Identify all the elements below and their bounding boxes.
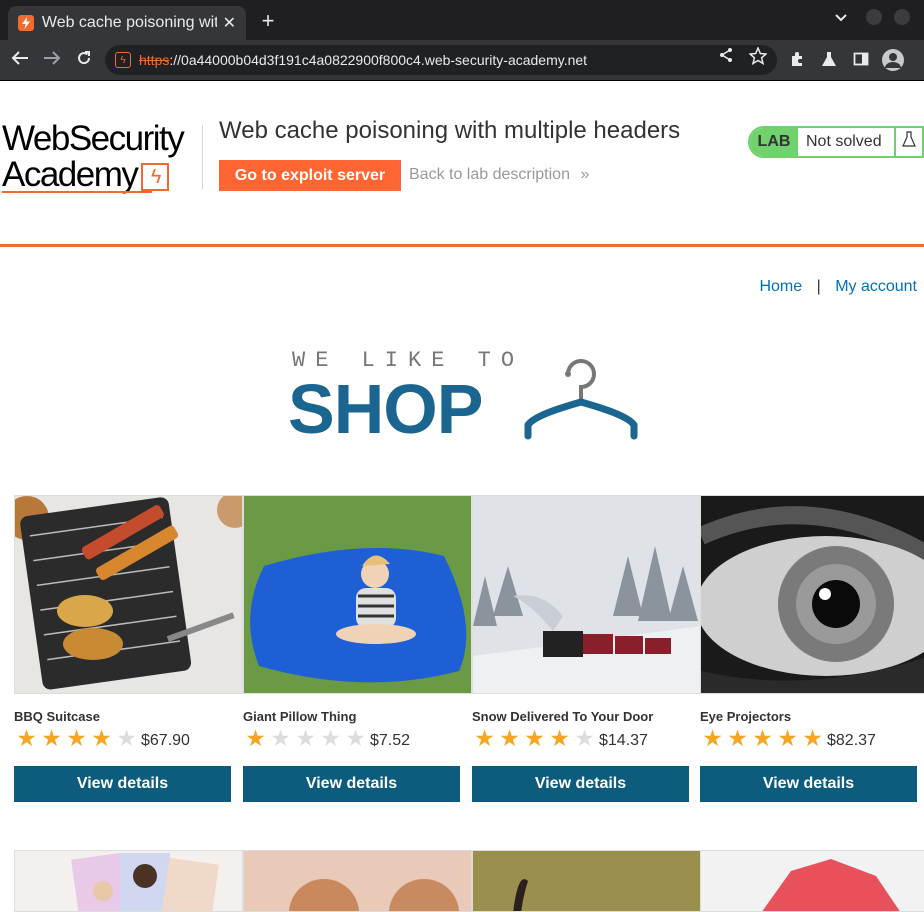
academy-header: WebSecurity Academy ϟ Web cache poisoning… [0, 81, 924, 247]
new-tab-icon[interactable]: + [256, 8, 280, 34]
academy-logo[interactable]: WebSecurity Academy ϟ [2, 121, 202, 193]
product-price: $7.52 [370, 731, 411, 749]
product-name: BBQ Suitcase [14, 709, 100, 724]
star-filled-icon: ★ [727, 725, 748, 751]
star-filled-icon: ★ [752, 725, 773, 751]
extensions-icon[interactable] [789, 51, 805, 72]
header-divider [202, 125, 203, 189]
browser-toolbar: ϟ https ://0a44000b04d3f191c4a0822900f80… [0, 40, 924, 81]
nav-my-account-link[interactable]: My account [835, 278, 917, 295]
star-filled-icon: ★ [41, 725, 62, 751]
product-name: Snow Delivered To Your Door [472, 709, 654, 724]
product-price: $67.90 [141, 731, 190, 749]
product-image-eggs[interactable] [243, 850, 472, 912]
view-details-button[interactable]: View details [472, 766, 689, 802]
product-price: $82.37 [827, 731, 876, 749]
back-link-label: Back to lab description [409, 166, 570, 183]
hanger-icon [520, 350, 645, 447]
product-name: Eye Projectors [700, 709, 792, 724]
url-scheme: https [139, 52, 170, 68]
logo-line-2: Academy [2, 155, 139, 194]
star-empty-icon: ★ [295, 725, 316, 751]
window-close-icon[interactable] [894, 9, 910, 25]
logo-line-1: WebSecurity [2, 119, 185, 158]
logo-underline [2, 191, 152, 193]
lab-title: Web cache poisoning with multiple header… [219, 117, 681, 144]
star-empty-icon: ★ [270, 725, 291, 751]
star-filled-icon: ★ [777, 725, 798, 751]
bookmark-star-icon[interactable] [748, 46, 768, 70]
product-card: Giant Pillow Thing ★ ★ ★ ★ ★ $7.52 View … [243, 495, 472, 802]
star-empty-icon: ★ [320, 725, 341, 751]
lab-status-widget: LAB Not solved [748, 126, 924, 158]
product-rating: ★ ★ ★ ★ ★ $67.90 [14, 725, 190, 751]
star-filled-icon: ★ [66, 725, 87, 751]
academy-favicon-icon [18, 15, 34, 31]
product-card: Eye Projectors ★ ★ ★ ★ ★ $82.37 View det… [700, 495, 924, 802]
share-icon[interactable] [718, 47, 734, 68]
star-empty-icon: ★ [116, 725, 137, 751]
product-image-cards[interactable] [14, 850, 243, 912]
labs-flask-icon[interactable] [821, 51, 837, 72]
product-image-bbq[interactable] [14, 495, 243, 694]
product-rating: ★ ★ ★ ★ ★ $7.52 [243, 725, 410, 751]
star-filled-icon: ★ [549, 725, 570, 751]
forward-icon[interactable] [41, 50, 63, 71]
product-image-snow-train[interactable] [472, 495, 701, 694]
side-panel-icon[interactable] [853, 51, 869, 72]
star-empty-icon: ★ [345, 725, 366, 751]
reload-icon[interactable] [73, 50, 95, 71]
view-details-button[interactable]: View details [14, 766, 231, 802]
view-details-button[interactable]: View details [243, 766, 460, 802]
star-filled-icon: ★ [524, 725, 545, 751]
star-filled-icon: ★ [702, 725, 723, 751]
lab-status-text: Not solved [806, 133, 882, 150]
url-host: ://0a44000b04d3f191c4a0822900f800c4.web-… [169, 52, 588, 68]
view-details-button[interactable]: View details [700, 766, 917, 802]
flask-icon [894, 128, 922, 156]
product-rating: ★ ★ ★ ★ ★ $14.37 [472, 725, 648, 751]
product-price: $14.37 [599, 731, 648, 749]
window-minimize-icon[interactable] [866, 9, 882, 25]
product-image-umbrella[interactable] [700, 850, 924, 912]
star-empty-icon: ★ [574, 725, 595, 751]
browser-tab[interactable]: Web cache poisoning with multiple header… [8, 6, 246, 40]
profile-avatar-icon[interactable] [882, 49, 904, 71]
product-name: Giant Pillow Thing [243, 709, 357, 724]
shop-nav: Home | My account [759, 278, 917, 296]
star-filled-icon: ★ [499, 725, 520, 751]
product-image-pillow[interactable] [243, 495, 472, 694]
star-filled-icon: ★ [91, 725, 112, 751]
lab-badge: LAB [750, 128, 798, 156]
star-filled-icon: ★ [16, 725, 37, 751]
logo-lightning-icon: ϟ [141, 162, 170, 191]
star-filled-icon: ★ [474, 725, 495, 751]
product-card: BBQ Suitcase ★ ★ ★ ★ ★ $67.90 View detai… [14, 495, 243, 802]
star-filled-icon: ★ [802, 725, 823, 751]
product-image-eye[interactable] [700, 495, 924, 694]
star-filled-icon: ★ [245, 725, 266, 751]
tab-close-icon[interactable]: ✕ [223, 13, 236, 33]
tab-title: Web cache poisoning with multiple header… [41, 14, 217, 31]
product-image-bird[interactable] [472, 850, 701, 912]
back-icon[interactable] [9, 50, 31, 71]
double-chevron-icon: » [580, 166, 590, 183]
banner-shop: SHOP [288, 370, 483, 448]
nav-separator: | [816, 278, 821, 295]
nav-home-link[interactable]: Home [759, 278, 802, 295]
address-bar[interactable]: ϟ https ://0a44000b04d3f191c4a0822900f80… [105, 45, 777, 75]
browser-tabstrip: Web cache poisoning with multiple header… [0, 0, 924, 40]
tab-search-chevron-icon[interactable] [834, 10, 848, 26]
back-to-description-link[interactable]: Back to lab description » [409, 166, 589, 184]
site-info-icon[interactable]: ϟ [115, 52, 131, 68]
product-card: Snow Delivered To Your Door ★ ★ ★ ★ ★ $1… [472, 495, 701, 802]
product-rating: ★ ★ ★ ★ ★ $82.37 [700, 725, 876, 751]
exploit-server-button[interactable]: Go to exploit server [219, 160, 401, 191]
